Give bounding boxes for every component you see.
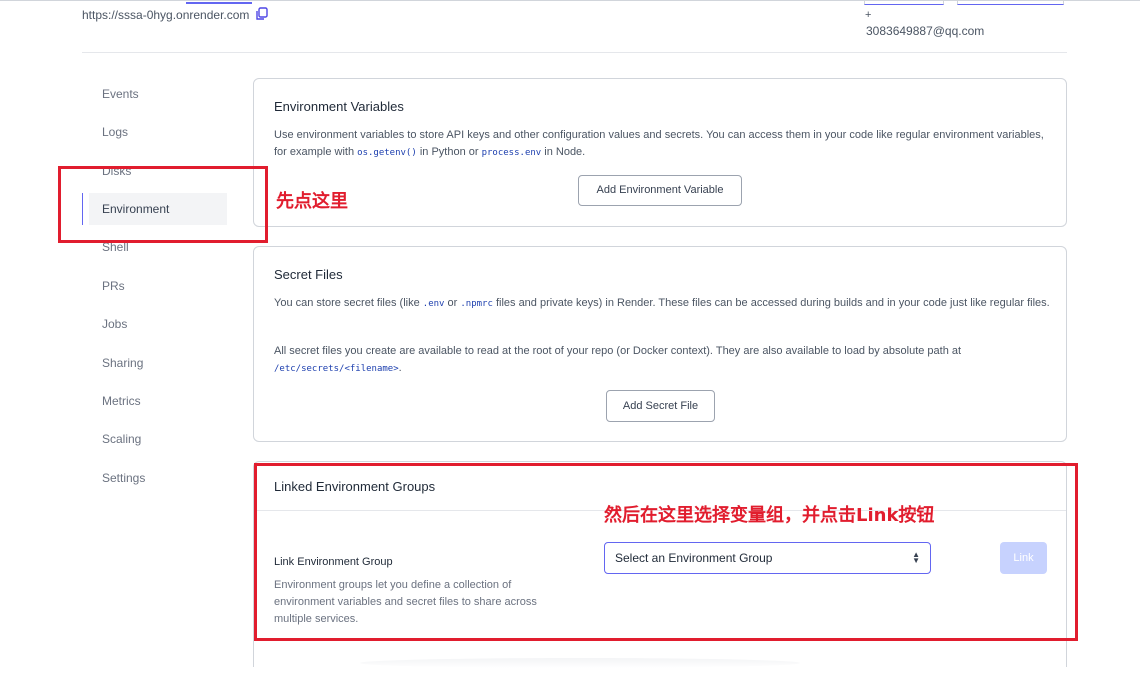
add-secret-file-button[interactable]: Add Secret File — [606, 390, 715, 422]
bottom-shadow — [360, 658, 800, 668]
owner-email: 3083649887@qq.com — [866, 24, 985, 38]
code-process-env: process.env — [481, 148, 542, 158]
header-button-edge[interactable] — [957, 0, 1064, 5]
sidebar-item-events[interactable]: Events — [89, 78, 227, 110]
sidebar-item-scaling[interactable]: Scaling — [89, 423, 227, 455]
env-vars-title: Environment Variables — [274, 99, 404, 114]
header-tab-underline — [186, 0, 252, 4]
sidebar-item-sharing[interactable]: Sharing — [89, 347, 227, 379]
code-npmrc: .npmrc — [460, 299, 493, 309]
sidebar-item-logs[interactable]: Logs — [89, 116, 227, 148]
sidebar-item-prs[interactable]: PRs — [89, 270, 227, 302]
secret-files-description-2: All secret files you create are availabl… — [274, 345, 962, 374]
secret-files-description-1: You can store secret files (like .env or… — [274, 297, 1050, 309]
annotation-second: 然后在这里选择变量组，并点击Link按钮 — [604, 505, 935, 526]
sidebar-item-jobs[interactable]: Jobs — [89, 308, 227, 340]
add-env-var-button[interactable]: Add Environment Variable — [578, 175, 742, 206]
annotation-first: 先点这里 — [276, 191, 348, 212]
header-button-edge[interactable] — [864, 0, 944, 5]
annotation-box-linked-groups — [254, 463, 1078, 641]
env-vars-description: Use environment variables to store API k… — [274, 129, 1044, 158]
header-divider — [82, 52, 1067, 53]
env-vars-card: Environment Variables Use environment va… — [253, 78, 1067, 227]
secret-files-title: Secret Files — [274, 267, 343, 282]
code-etc-secrets: /etc/secrets/<filename> — [274, 364, 399, 374]
service-url[interactable]: https://sssa-0hyg.onrender.com — [82, 8, 249, 22]
code-env: .env — [422, 299, 445, 309]
copy-icon[interactable] — [255, 7, 269, 21]
secret-files-card: Secret Files You can store secret files … — [253, 246, 1067, 442]
sidebar-item-settings[interactable]: Settings — [89, 462, 227, 494]
sidebar-item-metrics[interactable]: Metrics — [89, 385, 227, 417]
code-getenv: os.getenv() — [357, 148, 417, 158]
annotation-box-environment — [58, 166, 268, 243]
owner-plus: + — [865, 9, 872, 21]
